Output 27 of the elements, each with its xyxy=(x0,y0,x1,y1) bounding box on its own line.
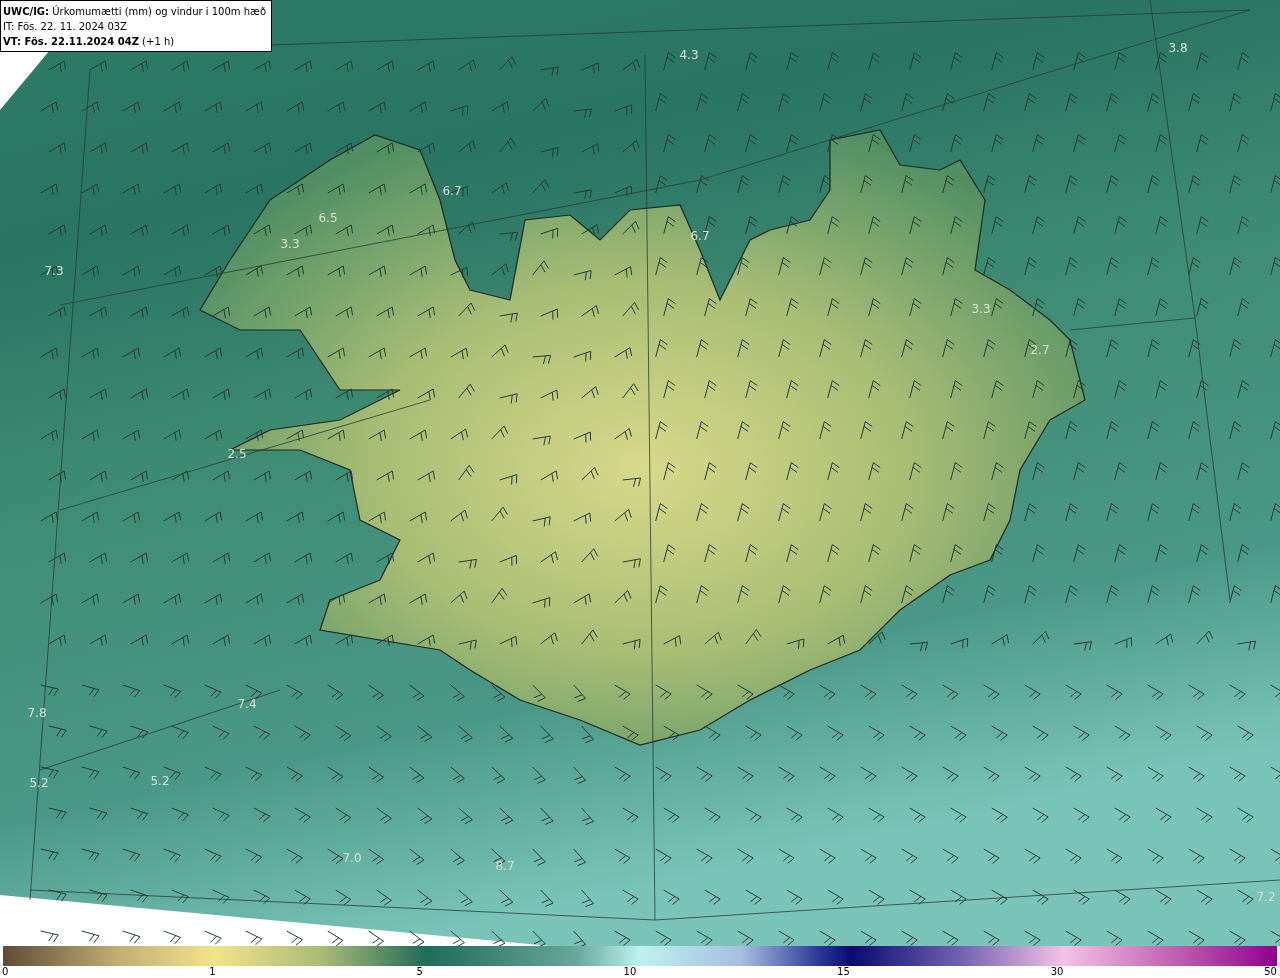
scale-tick-label: 5 xyxy=(416,966,423,978)
scale-tick-label: 15 xyxy=(837,966,850,978)
value-label: 6.5 xyxy=(318,211,338,225)
value-label: 6.7 xyxy=(690,229,710,243)
value-label: 3.3 xyxy=(280,237,300,251)
scale-tick-label: 1 xyxy=(209,966,216,978)
value-label: 2.5 xyxy=(227,447,247,461)
value-label: 7.0 xyxy=(342,851,362,865)
scale-tick-label: 10 xyxy=(623,966,637,978)
value-label: 5.2 xyxy=(150,774,170,788)
map-title: UWC/IG: Úrkomumætti (mm) og vindur i 100m hæð xyxy=(3,4,268,19)
value-label: 3.8 xyxy=(1168,41,1188,55)
value-label: 7.2 xyxy=(1256,890,1276,904)
value-label: 7.3 xyxy=(44,264,64,278)
value-label: 3.3 xyxy=(971,302,991,316)
scale-tick-label: 0 xyxy=(2,966,9,978)
issue-time: IT: Fös. 22. 11. 2024 03Z xyxy=(3,20,128,34)
scale-tick-label: 50 xyxy=(1264,966,1277,978)
value-label: 5.2 xyxy=(29,776,49,790)
value-label: 2.7 xyxy=(1030,343,1050,357)
scale-tick-label: 30 xyxy=(1050,966,1064,978)
value-label: 4.3 xyxy=(679,48,699,62)
value-label: 7.8 xyxy=(27,706,47,720)
value-label: 8.7 xyxy=(495,859,515,873)
value-label: 6.7 xyxy=(442,184,462,198)
valid-time: VT: Fös. 22.11.2024 04Z (+1 h) xyxy=(3,35,176,49)
value-label: 7.4 xyxy=(237,697,257,711)
